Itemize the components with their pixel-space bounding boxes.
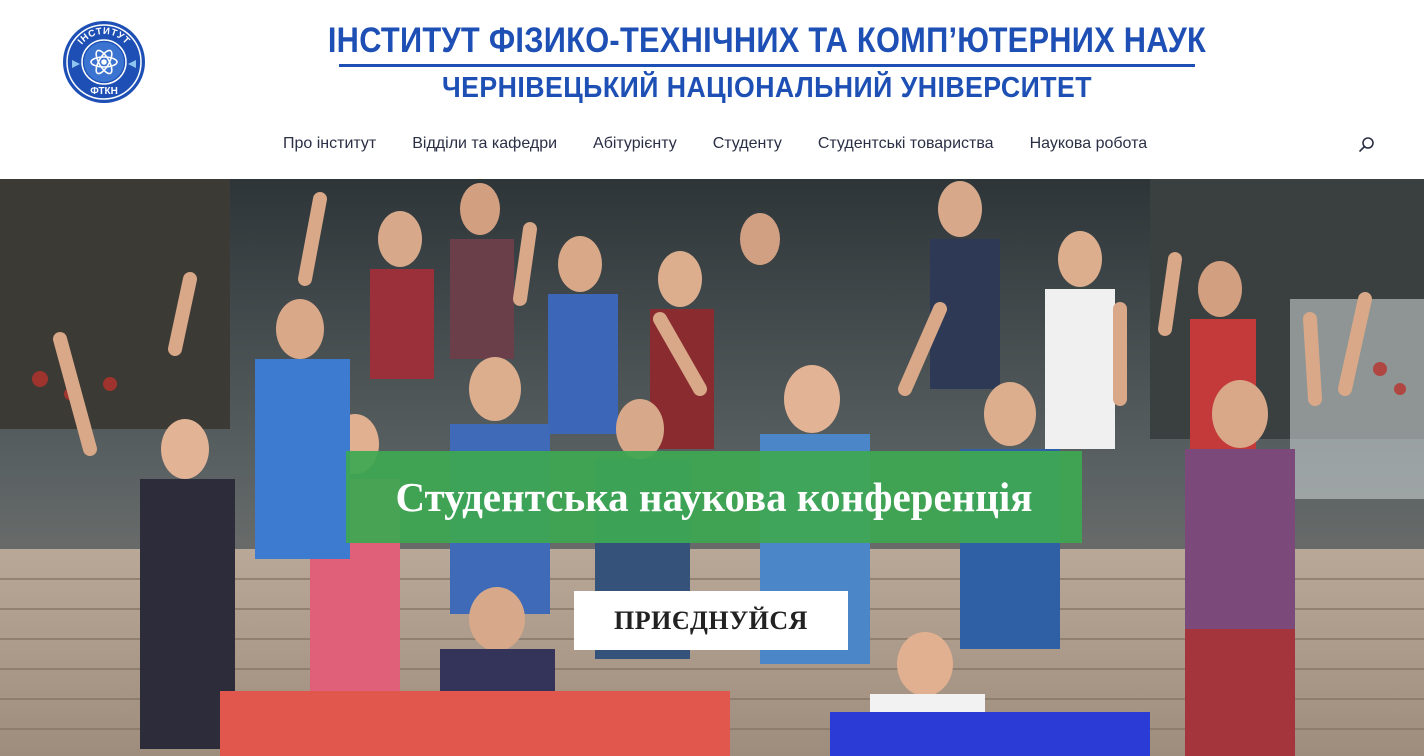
nav-item-applicants[interactable]: Абітурієнту [575, 132, 695, 156]
nav-item-departments[interactable]: Відділи та кафедри [394, 132, 575, 156]
site-subtitle: ЧЕРНІВЕЦЬКИЙ НАЦІОНАЛЬНИЙ УНІВЕРСИТЕТ [441, 72, 1093, 104]
institute-logo[interactable]: ІНСТИТУТ ФТКН [62, 20, 146, 104]
site-title-block: ІНСТИТУТ ФІЗИКО-ТЕХНІЧНИХ ТА КОМП’ЮТЕРНИ… [262, 20, 1272, 105]
institute-emblem-icon: ІНСТИТУТ ФТКН [63, 21, 145, 103]
nav-item-research[interactable]: Наукова робота [1012, 132, 1166, 156]
search-icon [1359, 137, 1374, 152]
site-header: ІНСТИТУТ ФТКН ІНСТИТУТ ФІЗИКО-ТЕХНІЧНИХ … [0, 0, 1424, 179]
logo-bottom-text: ФТКН [90, 86, 118, 97]
hero-caption-box: Студентська наукова конференція [346, 451, 1082, 543]
join-button-label: ПРИЄДНУЙСЯ [614, 605, 808, 635]
hero-caption: Студентська наукова конференція [395, 474, 1033, 520]
hero-banner: Студентська наукова конференція ПРИЄДНУЙ… [0, 179, 1424, 756]
main-nav: Про інститут Відділи та кафедри Абітуріє… [265, 132, 1165, 156]
site-title: ІНСТИТУТ ФІЗИКО-ТЕХНІЧНИХ ТА КОМП’ЮТЕРНИ… [327, 21, 1207, 60]
title-divider [339, 64, 1195, 67]
join-button[interactable]: ПРИЄДНУЙСЯ [574, 591, 848, 650]
nav-item-about[interactable]: Про інститут [265, 132, 394, 156]
search-button[interactable] [1356, 134, 1378, 156]
nav-item-students[interactable]: Студенту [695, 132, 800, 156]
nav-item-student-societies[interactable]: Студентські товариства [800, 132, 1012, 156]
